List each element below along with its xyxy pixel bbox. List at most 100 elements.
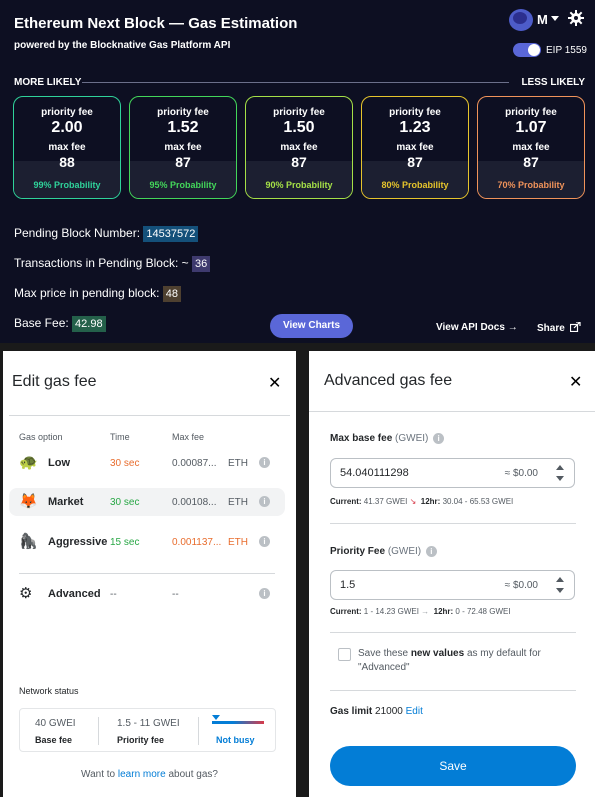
- divider: [330, 523, 576, 524]
- gas-option-name: Low: [48, 457, 70, 469]
- network-status-label: Network status: [19, 686, 79, 696]
- edit-gas-title: Edit gas fee: [12, 373, 97, 390]
- current-label: Current:: [330, 497, 362, 506]
- share-button[interactable]: Share: [537, 321, 581, 334]
- base-fee-network-label: Base fee: [35, 735, 73, 745]
- close-icon[interactable]: ✕: [268, 373, 281, 393]
- priority-fee-stepper[interactable]: [556, 577, 564, 593]
- base-fee-network-value: 40 GWEI: [35, 718, 76, 729]
- max-fee-value: 87: [291, 154, 307, 170]
- gas-option-fee: 0.001137...: [172, 537, 222, 548]
- gas-option-aggressive[interactable]: 🦍 Aggressive 15 sec 0.001137... ETH i: [9, 528, 285, 556]
- max-fee-label: max fee: [396, 142, 434, 153]
- account-avatar[interactable]: [509, 9, 533, 31]
- view-charts-button[interactable]: View Charts: [270, 314, 353, 338]
- max-fee-value: 87: [175, 154, 191, 170]
- tx-stat: Transactions in Pending Block: ~ 36: [14, 256, 211, 272]
- arrow-down-icon: ↘: [409, 497, 417, 506]
- advanced-icon: ⚙: [19, 585, 33, 602]
- edit-gas-fee-panel: Edit gas fee ✕ Gas option Time Max fee 🐢…: [3, 351, 296, 797]
- learn-prefix: Want to: [81, 769, 118, 780]
- priority-fee-label: priority fee: [157, 107, 209, 118]
- max-fee-label: max fee: [512, 142, 550, 153]
- estimate-card[interactable]: priority fee 1.07 max fee 87 70% Probability: [477, 96, 585, 199]
- gear-icon[interactable]: [568, 10, 584, 26]
- priority-fee-network-value: 1.5 - 11 GWEI: [117, 718, 180, 729]
- 12hr-value: 30.04 - 65.53 GWEI: [442, 497, 514, 506]
- more-likely-label: MORE LIKELY: [14, 77, 82, 88]
- view-api-docs-link[interactable]: View API Docs →: [436, 322, 518, 333]
- base-fee-label: Base Fee:: [14, 316, 69, 330]
- gas-option-low[interactable]: 🐢 Low 30 sec 0.00087... ETH i: [9, 449, 285, 477]
- max-fee-label: max fee: [164, 142, 202, 153]
- probability-label: 95% Probability: [130, 173, 236, 198]
- account-letter[interactable]: M: [537, 12, 548, 27]
- gas-limit-edit-link[interactable]: Edit: [406, 706, 423, 717]
- 12hr-value: 0 - 72.48 GWEI: [455, 607, 511, 616]
- page-title: Ethereum Next Block — Gas Estimation: [14, 15, 298, 32]
- priority-fee-value: 1.23: [399, 119, 431, 136]
- priority-fee-label: priority fee: [505, 107, 557, 118]
- probability-label: 70% Probability: [478, 173, 584, 198]
- priority-fee-value: 1.5: [340, 579, 356, 591]
- col-gas-option: Gas option: [19, 432, 63, 442]
- divider: [330, 690, 576, 691]
- tx-label: Transactions in Pending Block: ~: [14, 256, 189, 270]
- estimate-card[interactable]: priority fee 1.50 max fee 87 90% Probability: [245, 96, 353, 199]
- divider: [309, 411, 595, 412]
- info-icon[interactable]: i: [259, 588, 270, 599]
- max-fee-label: max fee: [48, 142, 86, 153]
- close-icon[interactable]: ✕: [569, 372, 582, 392]
- gas-option-name: Advanced: [48, 588, 101, 600]
- save-default-checkbox[interactable]: [338, 648, 351, 661]
- chevron-down-icon[interactable]: [551, 16, 559, 21]
- max-fee-value: 87: [523, 154, 539, 170]
- divider: [198, 717, 199, 745]
- current-value: 1 - 14.23 GWEI: [363, 607, 419, 616]
- gas-option-market[interactable]: 🦊 Market 30 sec 0.00108... ETH i: [9, 488, 285, 516]
- estimate-card[interactable]: priority fee 1.23 max fee 87 80% Probability: [361, 96, 469, 199]
- info-icon[interactable]: i: [259, 457, 270, 468]
- save-default-text: Save these new values as my default for …: [358, 647, 568, 675]
- max-base-fee-value: 54.040111298: [340, 467, 409, 479]
- save-button[interactable]: Save: [330, 746, 576, 786]
- current-value: 41.37 GWEI: [363, 497, 408, 506]
- gas-option-unit: ETH: [228, 458, 248, 469]
- advanced-gas-title: Advanced gas fee: [324, 372, 453, 389]
- base-fee-value: 42.98: [72, 316, 106, 332]
- max-base-fee-label-text: Max base fee: [330, 433, 393, 444]
- gas-option-advanced[interactable]: ⚙ Advanced -- -- i: [9, 580, 285, 608]
- network-busy-gauge: [212, 721, 264, 724]
- info-icon[interactable]: i: [259, 496, 270, 507]
- gas-estimation-panel: Ethereum Next Block — Gas Estimation pow…: [0, 0, 595, 343]
- max-base-fee-input[interactable]: 54.040111298 ≈ $0.00: [330, 458, 575, 488]
- probability-label: 90% Probability: [246, 173, 352, 198]
- col-time: Time: [110, 432, 130, 442]
- gas-option-time: --: [110, 589, 117, 600]
- info-icon[interactable]: i: [433, 433, 445, 444]
- info-icon[interactable]: i: [259, 536, 270, 547]
- arrow-right-icon: →: [421, 607, 430, 616]
- base-fee-stat: Base Fee: 42.98: [14, 316, 106, 332]
- priority-fee-value: 1.52: [167, 119, 199, 136]
- share-icon: [569, 321, 581, 333]
- estimate-card[interactable]: priority fee 1.52 max fee 87 95% Probability: [129, 96, 237, 199]
- aggressive-icon: 🦍: [19, 533, 38, 550]
- low-icon: 🐢: [19, 454, 38, 471]
- eip1559-toggle[interactable]: [513, 43, 541, 57]
- priority-fee-input[interactable]: 1.5 ≈ $0.00: [330, 570, 575, 600]
- gas-limit-value: 21000: [375, 706, 403, 717]
- max-price-value: 48: [162, 286, 182, 302]
- info-icon[interactable]: i: [425, 546, 437, 557]
- max-base-fee-hint: Current: 41.37 GWEI ↘ 12hr: 30.04 - 65.5…: [330, 497, 513, 506]
- divider: [19, 573, 275, 574]
- learn-more-link[interactable]: learn more: [118, 769, 166, 780]
- save-default-pre: Save these: [358, 648, 411, 659]
- max-base-fee-stepper[interactable]: [556, 465, 564, 481]
- priority-fee-label: priority fee: [389, 107, 441, 118]
- less-likely-label: LESS LIKELY: [521, 77, 585, 88]
- estimate-card[interactable]: priority fee 2.00 max fee 88 99% Probability: [13, 96, 121, 199]
- max-base-fee-label: Max base fee (GWEI) i: [330, 433, 445, 444]
- gas-option-name: Aggressive: [48, 536, 108, 548]
- pending-block-label: Pending Block Number:: [14, 226, 141, 240]
